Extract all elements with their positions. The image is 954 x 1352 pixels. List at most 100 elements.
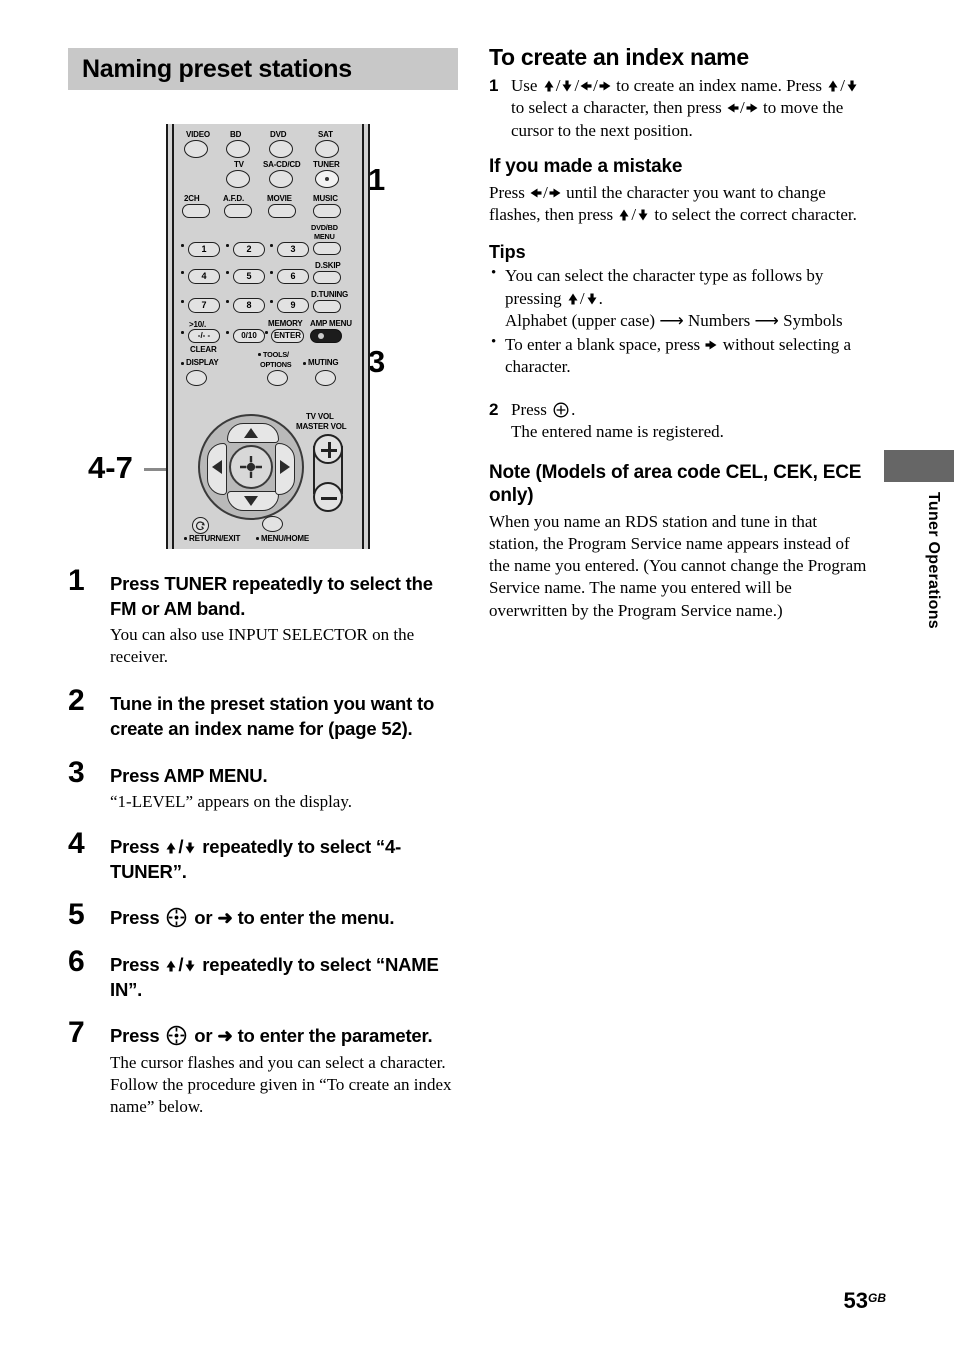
side-tab-marker: [884, 450, 954, 482]
tips-list: You can select the character type as fol…: [489, 264, 869, 378]
step-6-text-pre: Press: [110, 954, 165, 976]
button-num-7[interactable]: 7: [188, 298, 220, 313]
label-movie: MOVIE: [267, 194, 292, 203]
button-dvd[interactable]: [269, 140, 293, 158]
arrow-up-down-glyph: /: [164, 836, 197, 857]
button-ten-key[interactable]: -/- -: [188, 329, 220, 343]
step-5: 5 Press or ➜ to enter the menu.: [68, 900, 460, 931]
label-return-exit: RETURN/EXIT: [189, 534, 241, 543]
button-d-skip[interactable]: [313, 271, 341, 284]
button-num-6[interactable]: 6: [277, 269, 309, 284]
label-menu-home: MENU/HOME: [261, 534, 309, 543]
step-7-text-pre: Press: [110, 1025, 165, 1047]
label-sat: SAT: [318, 130, 333, 139]
remote-control-diagram: 1 3 4-7 VIDEO BD DVD SAT TV SA-CD/CD TUN…: [68, 118, 458, 558]
button-bd[interactable]: [226, 140, 250, 158]
label-tv-vol: TV VOL: [306, 412, 334, 421]
label-music: MUSIC: [313, 194, 338, 203]
button-num-5[interactable]: 5: [233, 269, 265, 284]
right-step-1-number: 1: [489, 76, 499, 95]
button-2ch[interactable]: [182, 204, 210, 218]
button-tv[interactable]: [226, 170, 250, 188]
button-num-3[interactable]: 3: [277, 242, 309, 257]
return-arrow-icon: [195, 521, 205, 531]
volume-down-button[interactable]: [313, 482, 343, 512]
button-num-4[interactable]: 4: [188, 269, 220, 284]
mistake-pre: Press: [489, 182, 530, 202]
button-enter[interactable]: ENTER: [271, 329, 304, 343]
label-display: DISPLAY: [186, 358, 219, 367]
section-title: Naming preset stations: [68, 48, 458, 90]
step-7-heading: Press or ➜ to enter the parameter.: [110, 1024, 460, 1049]
label-d-tuning: D.TUNING: [311, 290, 349, 299]
right-column: To create an index name 1 Use / / / to crea…: [489, 44, 869, 622]
button-movie[interactable]: [268, 204, 296, 218]
label-d-skip: D.SKIP: [315, 261, 341, 270]
step-6-heading: Press / repeatedly to select “NAME IN”.: [110, 953, 460, 1002]
button-menu-home[interactable]: [262, 516, 283, 532]
arrow-left-right-glyph: /: [726, 98, 759, 117]
button-num-1[interactable]: 1: [188, 242, 220, 257]
dot-return-exit: [184, 537, 187, 540]
cursor-pad[interactable]: [198, 414, 304, 520]
step-3-heading: Press AMP MENU.: [110, 764, 268, 786]
arrow-up-icon: [244, 428, 258, 438]
label-dvd: DVD: [270, 130, 287, 139]
mistake-post: to select the correct character.: [650, 205, 857, 225]
button-num-9[interactable]: 9: [277, 298, 309, 313]
button-afd[interactable]: [224, 204, 252, 218]
label-tuner: TUNER: [313, 160, 340, 169]
button-tools-options[interactable]: [267, 370, 288, 386]
label-tv: TV: [234, 160, 244, 169]
step-4-number: 4: [68, 827, 85, 861]
label-dvd-bd: DVD/BD: [311, 223, 338, 232]
note-text: When you name an RDS station and tune in…: [489, 511, 867, 620]
button-return-exit[interactable]: [192, 517, 209, 534]
right-step-1-line1-pre: Use: [511, 76, 542, 95]
tip-item-1: You can select the character type as fol…: [489, 264, 869, 332]
dot-6: [270, 271, 273, 274]
dot-display: [181, 362, 184, 365]
step-7-text-post: or ➜ to enter the parameter.: [189, 1025, 433, 1047]
button-d-tuning[interactable]: [313, 300, 341, 313]
step-4-heading: Press / repeatedly to select “4-TUNER”.: [110, 835, 460, 884]
enter-button-icon: [167, 908, 187, 928]
dot-5: [226, 271, 229, 274]
arrow-up-down-glyph-4: /: [617, 205, 650, 224]
step-7-body: The cursor flashes and you can select a …: [110, 1052, 452, 1116]
arrow-down-icon: [244, 496, 258, 506]
label-options: OPTIONS: [260, 360, 292, 369]
step-1: 1 Press TUNER repeatedly to select the F…: [68, 566, 460, 668]
label-amp-menu: AMP MENU: [310, 319, 352, 328]
label-master-vol: MASTER VOL: [296, 422, 347, 431]
right-step-2-number: 2: [489, 399, 499, 419]
side-tab-label: Tuner Operations: [925, 492, 942, 629]
step-2-number: 2: [68, 684, 85, 718]
button-sa-cd-cd[interactable]: [269, 170, 293, 188]
document-page: Naming preset stations 1 3 4-7 VIDEO BD …: [0, 0, 954, 1352]
button-zero[interactable]: 0/10: [233, 329, 265, 343]
button-tuner[interactable]: [315, 170, 339, 188]
dot-menu-home: [256, 537, 259, 540]
enter-button[interactable]: [229, 445, 273, 489]
button-display[interactable]: [186, 370, 207, 386]
right-step-2-line2: The entered name is registered.: [511, 421, 724, 441]
volume-up-button[interactable]: [313, 434, 343, 464]
button-dvd-bd-menu[interactable]: [313, 242, 341, 255]
left-column: Naming preset stations: [68, 48, 458, 90]
arrow-up-down-glyph-2: /: [164, 954, 197, 975]
dot-9: [270, 300, 273, 303]
dot-tools: [258, 353, 261, 356]
button-music[interactable]: [313, 204, 341, 218]
button-amp-menu[interactable]: [310, 329, 342, 343]
label-ten-key: >10/.: [189, 320, 207, 329]
procedure-steps: 1 Press TUNER repeatedly to select the F…: [68, 566, 460, 1122]
button-sat[interactable]: [315, 140, 339, 158]
button-num-2[interactable]: 2: [233, 242, 265, 257]
dot-8: [226, 300, 229, 303]
button-muting[interactable]: [315, 370, 336, 386]
step-4-text-pre: Press: [110, 836, 165, 858]
dot-1: [181, 244, 184, 247]
button-num-8[interactable]: 8: [233, 298, 265, 313]
button-video[interactable]: [184, 140, 208, 158]
